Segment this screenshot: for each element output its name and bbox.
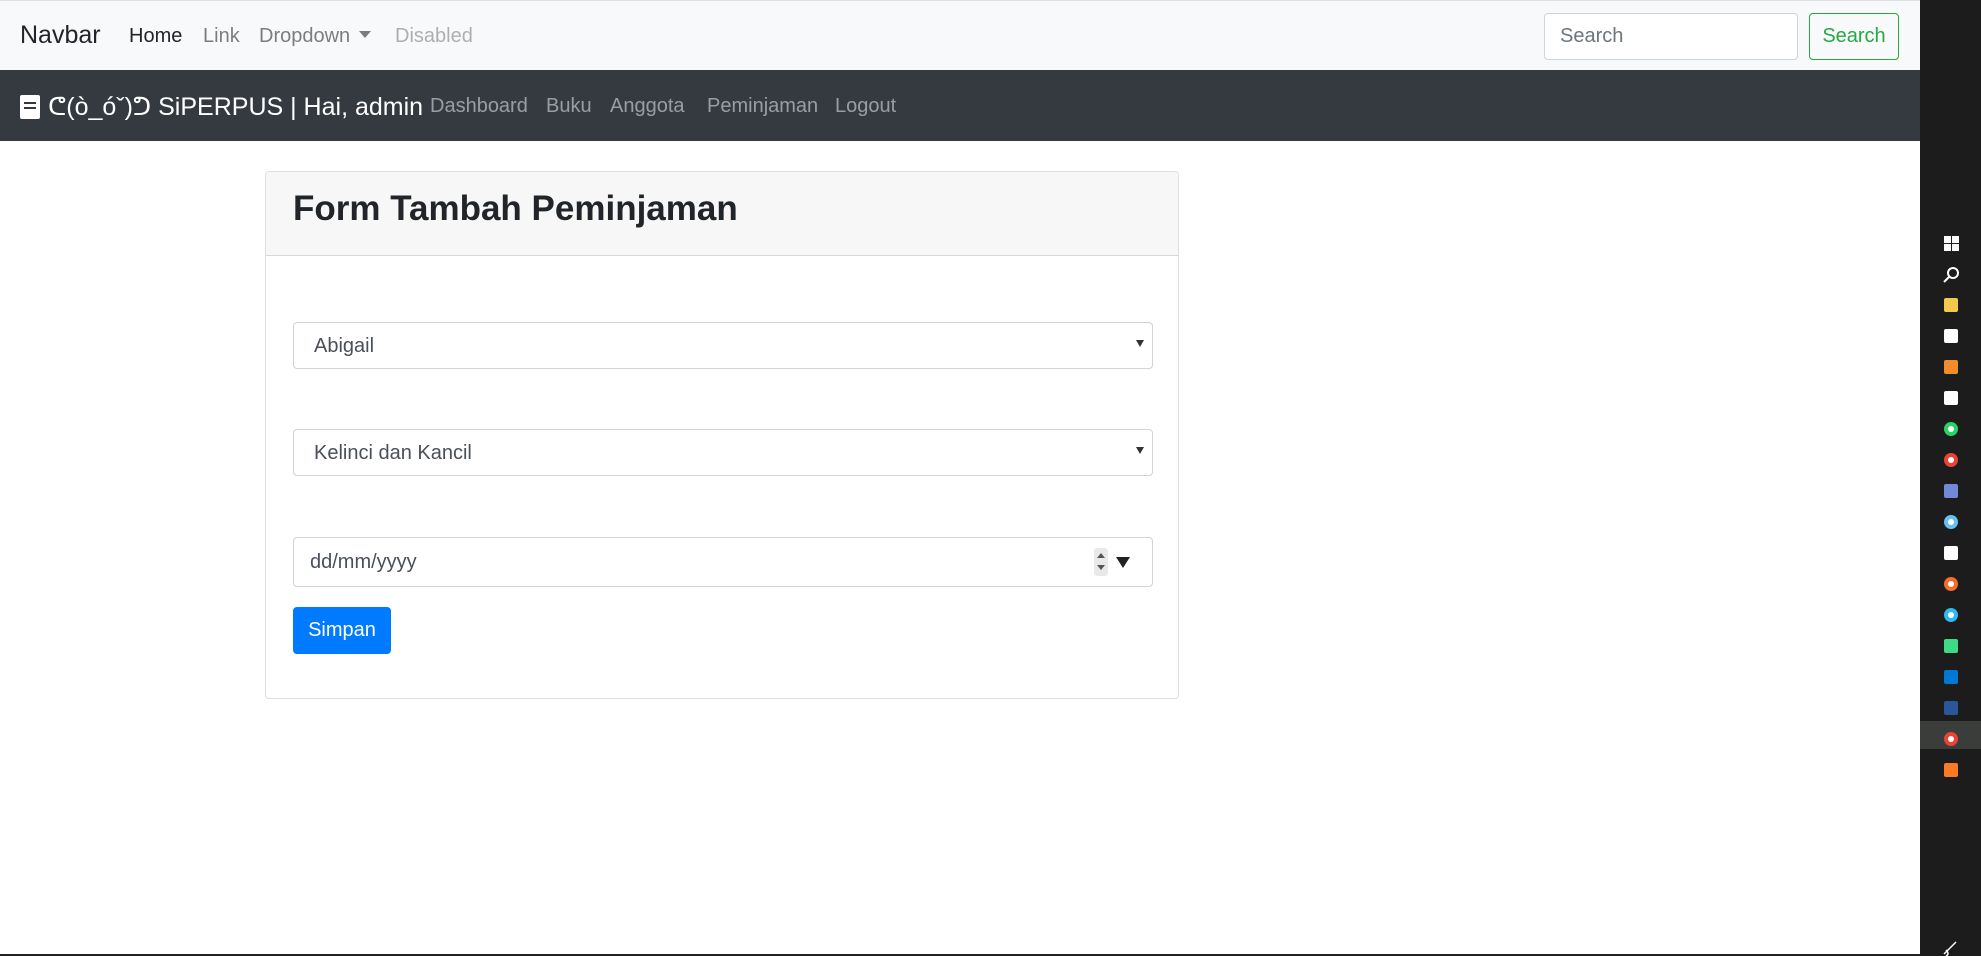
origin-icon[interactable] <box>1944 577 1958 591</box>
camera-icon[interactable] <box>1944 391 1958 405</box>
sublime-text-icon[interactable] <box>1944 360 1958 374</box>
caret-down-icon <box>359 31 372 38</box>
search-button[interactable]: Search <box>1809 13 1899 60</box>
search-input[interactable] <box>1544 13 1798 60</box>
book-select-value: Kelinci dan Kancil <box>314 442 472 464</box>
nav-link-anggota[interactable]: Anggota <box>610 95 685 118</box>
app-navbar: ᕦ(ò_óˇ)ᕤ SiPERPUS | Hai, admin Dashboard… <box>0 70 1920 141</box>
form-title: Form Tambah Peminjaman <box>293 189 738 228</box>
date-spinner-icon[interactable] <box>1094 548 1108 576</box>
date-dropdown-icon[interactable] <box>1116 557 1130 568</box>
loan-date-input[interactable]: dd/mm/yyyy <box>293 537 1153 587</box>
steam-icon[interactable] <box>1944 515 1958 529</box>
chrome-icon[interactable] <box>1944 453 1958 467</box>
taskbar-icons <box>1943 236 1959 956</box>
browser-page: Navbar Home Link Dropdown Disabled Searc… <box>0 0 1920 956</box>
book-icon <box>20 95 40 119</box>
epic-games-icon[interactable] <box>1944 546 1958 560</box>
loan-form-card: Form Tambah Peminjaman Abigail Kelinci d… <box>265 171 1179 699</box>
top-navbar: Navbar Home Link Dropdown Disabled Searc… <box>0 0 1920 70</box>
member-select-value: Abigail <box>314 335 375 357</box>
whatsapp-icon[interactable] <box>1944 422 1958 436</box>
nav-link-peminjaman[interactable]: Peminjaman <box>707 95 818 118</box>
discord-icon[interactable] <box>1944 484 1958 498</box>
word-icon[interactable] <box>1944 701 1958 715</box>
xampp-icon[interactable] <box>1944 763 1958 777</box>
date-placeholder: dd/mm/yyyy <box>310 551 417 573</box>
member-select[interactable]: Abigail <box>293 322 1153 369</box>
android-icon[interactable] <box>1944 639 1958 653</box>
app-brand-label: ᕦ(ò_óˇ)ᕤ SiPERPUS | Hai, admin <box>48 93 424 121</box>
file-explorer-icon[interactable] <box>1944 298 1958 312</box>
navbar-brand[interactable]: Navbar <box>20 21 101 50</box>
nav-link-dashboard[interactable]: Dashboard <box>430 95 528 118</box>
book-select[interactable]: Kelinci dan Kancil <box>293 429 1153 476</box>
nav-link-home[interactable]: Home <box>129 25 182 48</box>
save-button[interactable]: Simpan <box>293 607 391 654</box>
vscode-icon[interactable] <box>1944 670 1958 684</box>
select-arrow-icon <box>1136 447 1144 454</box>
chrome-active-icon[interactable] <box>1944 732 1958 746</box>
windows-taskbar <box>1920 0 1981 956</box>
nav-dropdown[interactable]: Dropdown <box>259 25 372 48</box>
card-header: Form Tambah Peminjaman <box>266 172 1178 256</box>
nav-link-logout[interactable]: Logout <box>835 95 896 118</box>
app-brand[interactable]: ᕦ(ò_óˇ)ᕤ SiPERPUS | Hai, admin <box>20 92 423 122</box>
search-icon[interactable] <box>1943 267 1959 283</box>
browser-icon[interactable] <box>1944 608 1958 622</box>
nav-link-disabled: Disabled <box>395 25 473 47</box>
windows-icon[interactable] <box>1944 236 1959 251</box>
nav-link-link[interactable]: Link <box>203 25 240 48</box>
pen-icon[interactable] <box>1943 941 1957 956</box>
nav-link-buku[interactable]: Buku <box>546 95 592 118</box>
select-arrow-icon <box>1136 340 1144 347</box>
nav-dropdown-label: Dropdown <box>259 25 351 47</box>
security-icon[interactable] <box>1944 329 1958 343</box>
